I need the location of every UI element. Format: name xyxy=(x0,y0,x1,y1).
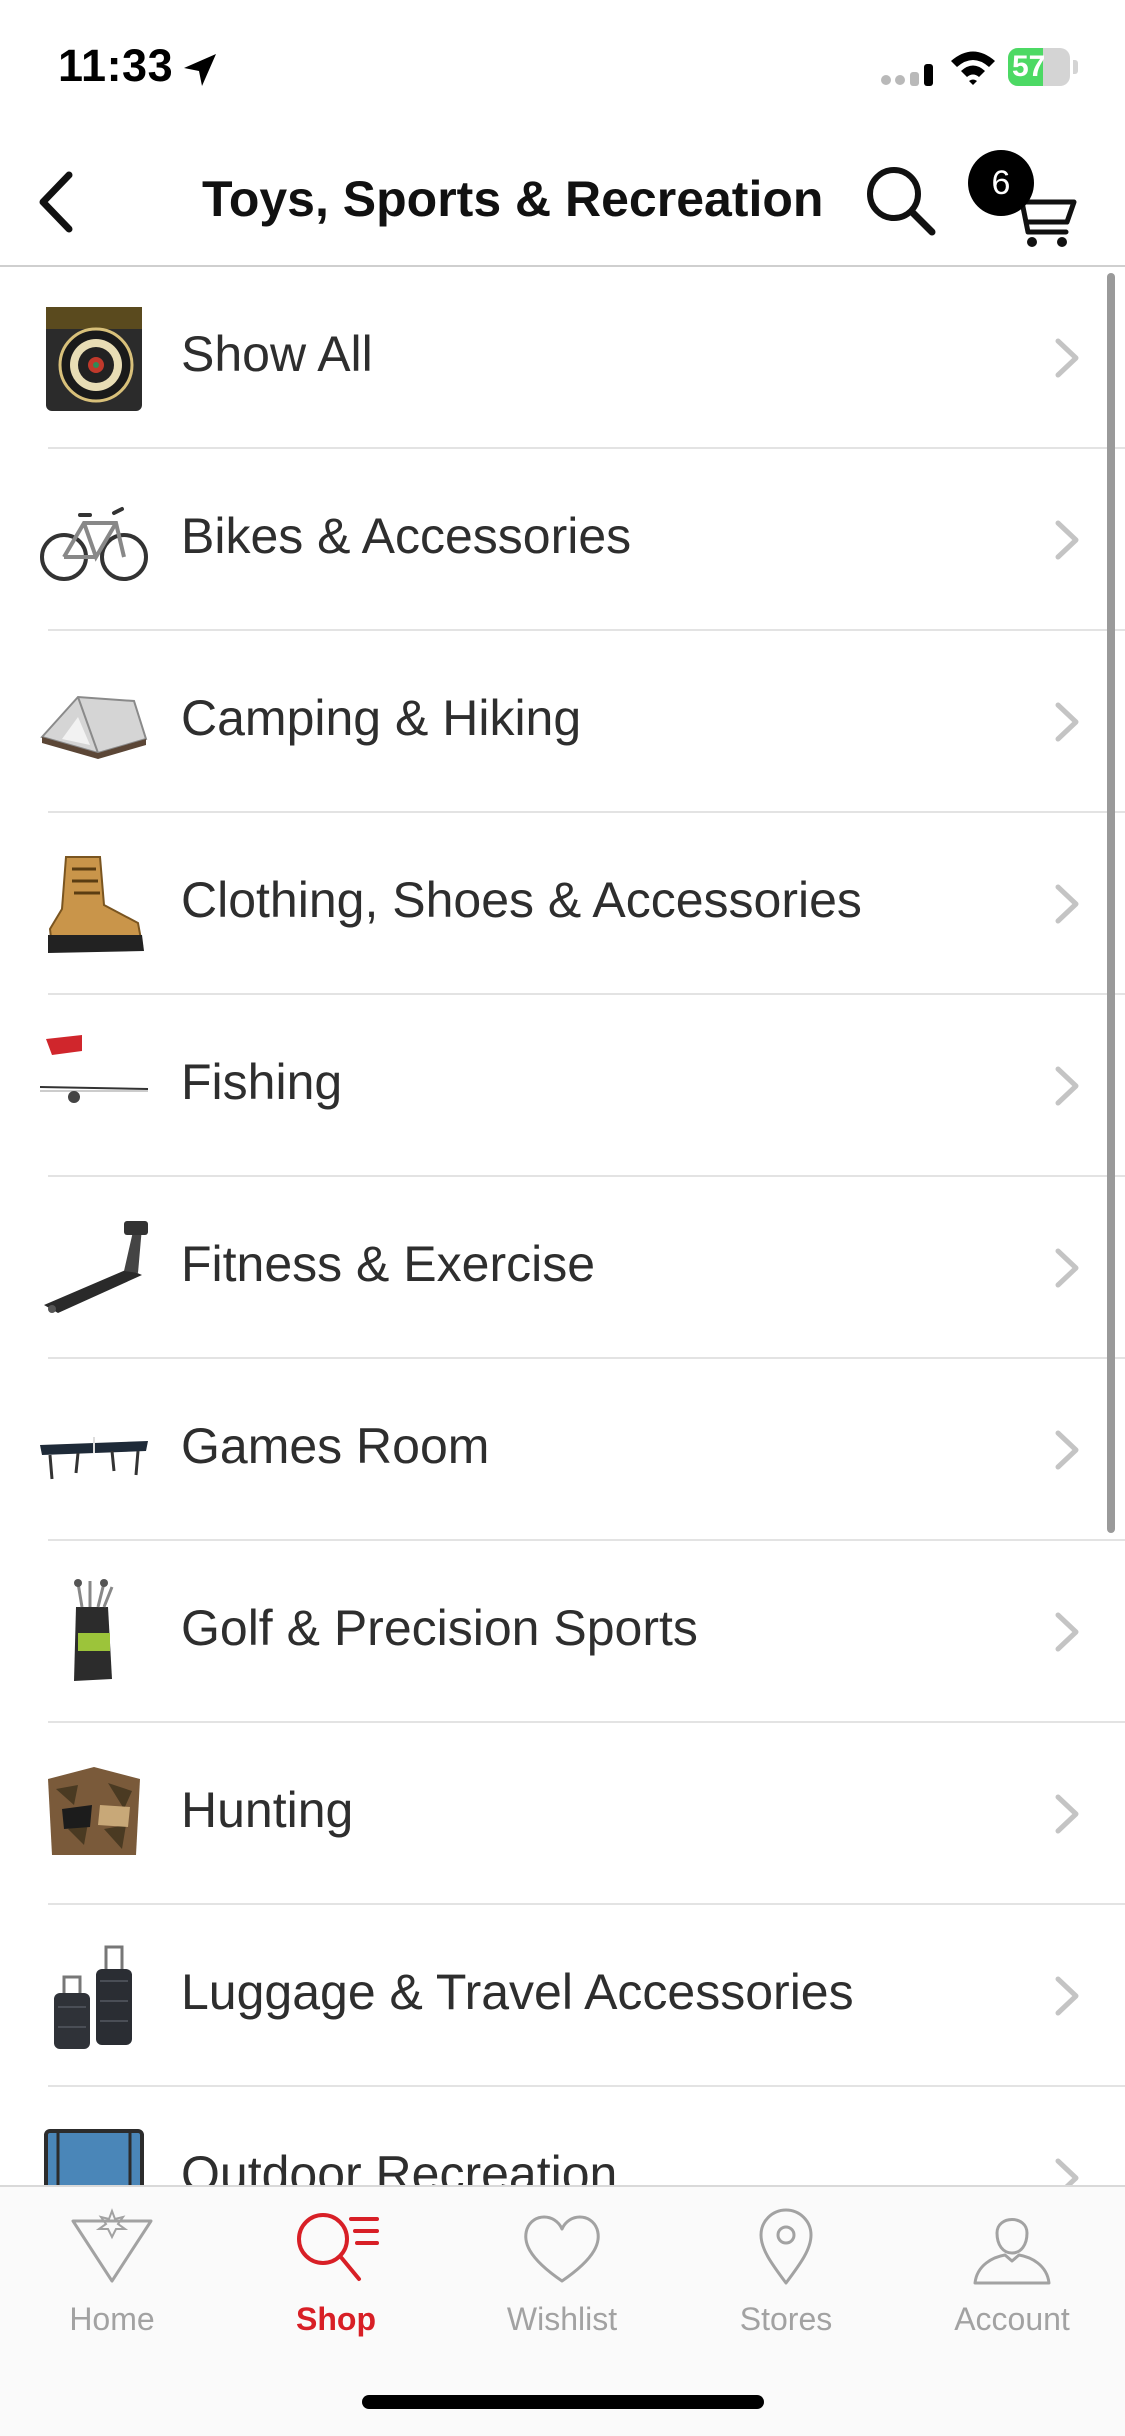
chevron-right-icon xyxy=(1055,1612,1079,1652)
chevron-right-icon xyxy=(1055,884,1079,924)
tab-shop[interactable]: Shop xyxy=(246,2207,426,2357)
chevron-right-icon xyxy=(1055,1794,1079,1834)
category-label: Clothing, Shoes & Accessories xyxy=(181,872,862,928)
category-row-golf[interactable]: Golf & Precision Sports xyxy=(0,1541,1125,1723)
tab-label: Home xyxy=(69,2301,155,2337)
chevron-right-icon xyxy=(1055,1066,1079,1106)
category-row-fishing[interactable]: Fishing xyxy=(0,995,1125,1177)
category-row-hunting[interactable]: Hunting xyxy=(0,1723,1125,1905)
category-label: Camping & Hiking xyxy=(181,690,582,746)
ping-pong-table-thumbnail xyxy=(40,1437,148,1480)
category-label: Bikes & Accessories xyxy=(181,508,632,564)
page-title: Toys, Sports & Recreation xyxy=(202,171,824,227)
chevron-right-icon xyxy=(1055,1976,1079,2016)
tab-label: Wishlist xyxy=(506,2301,618,2337)
scrollbar[interactable] xyxy=(1107,273,1115,1533)
chevron-left-icon xyxy=(39,171,73,233)
category-label: Show All xyxy=(181,326,373,382)
location-arrow-icon xyxy=(184,54,216,86)
wifi-icon xyxy=(951,51,995,85)
dartboard-thumbnail xyxy=(46,307,142,411)
location-pin-icon xyxy=(759,2208,813,2285)
chevron-right-icon xyxy=(1055,520,1079,560)
cart-count-badge: 6 xyxy=(968,150,1034,216)
navigation-bar: Toys, Sports & Recreation 6 xyxy=(0,140,1125,267)
chevron-right-icon xyxy=(1055,1248,1079,1288)
hunting-blind-thumbnail xyxy=(48,1767,140,1855)
battery-body: 57 xyxy=(1008,48,1070,86)
category-row-games-room[interactable]: Games Room xyxy=(0,1359,1125,1541)
treadmill-thumbnail xyxy=(44,1221,148,1313)
battery-cap xyxy=(1073,60,1078,74)
category-label: Fitness & Exercise xyxy=(181,1236,596,1292)
home-indicator[interactable] xyxy=(362,2395,764,2409)
category-label: Games Room xyxy=(181,1418,490,1474)
trampoline-thumbnail xyxy=(44,2129,144,2185)
category-label: Golf & Precision Sports xyxy=(181,1600,698,1656)
status-time: 11:33 xyxy=(58,40,174,91)
chevron-right-icon xyxy=(1055,2158,1079,2185)
category-label: Fishing xyxy=(181,1054,343,1110)
shop-search-icon xyxy=(297,2213,379,2281)
category-row-camping[interactable]: Camping & Hiking xyxy=(0,631,1125,813)
tab-label: Shop xyxy=(296,2301,376,2337)
fishing-rod-thumbnail xyxy=(39,1035,149,1103)
tab-label: Account xyxy=(954,2301,1070,2337)
bicycle-thumbnail xyxy=(40,507,148,581)
category-row-clothing[interactable]: Clothing, Shoes & Accessories xyxy=(0,813,1125,995)
chevron-right-icon xyxy=(1055,1430,1079,1470)
battery-indicator: 57 xyxy=(1008,48,1078,86)
tab-label: Stores xyxy=(739,2301,833,2337)
battery-percent: 57 xyxy=(1012,50,1046,83)
tab-wishlist[interactable]: Wishlist xyxy=(472,2207,652,2357)
tab-home[interactable]: Home xyxy=(22,2207,202,2357)
tab-account[interactable]: Account xyxy=(922,2207,1102,2357)
golf-bag-thumbnail xyxy=(74,1579,114,1681)
category-label: Outdoor Recreation xyxy=(181,2146,618,2185)
category-row-bikes[interactable]: Bikes & Accessories xyxy=(0,449,1125,631)
chevron-right-icon xyxy=(1055,702,1079,742)
category-row-luggage[interactable]: Luggage & Travel Accessories xyxy=(0,1905,1125,2087)
cellular-signal-icon xyxy=(881,64,933,86)
chevron-right-icon xyxy=(1055,338,1079,378)
heart-icon xyxy=(524,2215,600,2283)
category-row-outdoor[interactable]: Outdoor Recreation xyxy=(0,2087,1125,2185)
category-row-show-all[interactable]: Show All xyxy=(0,267,1125,449)
search-icon[interactable] xyxy=(860,160,940,240)
boot-thumbnail xyxy=(48,856,144,953)
home-icon xyxy=(71,2208,153,2283)
luggage-thumbnail xyxy=(54,1945,132,2049)
cart-button[interactable]: 6 xyxy=(968,150,1078,250)
back-button[interactable] xyxy=(20,162,90,242)
tab-stores[interactable]: Stores xyxy=(696,2207,876,2357)
category-list: Show All Bikes & Accessories Camping & H… xyxy=(0,267,1125,2185)
person-icon xyxy=(973,2218,1051,2285)
tent-thumbnail xyxy=(40,695,148,759)
category-row-fitness[interactable]: Fitness & Exercise xyxy=(0,1177,1125,1359)
category-label: Hunting xyxy=(181,1782,354,1838)
category-label: Luggage & Travel Accessories xyxy=(181,1964,854,2020)
status-bar: 11:33 57 xyxy=(0,0,1125,140)
screen: 11:33 57 Toys, Sports & Recreation 6 Sho… xyxy=(0,0,1125,2436)
